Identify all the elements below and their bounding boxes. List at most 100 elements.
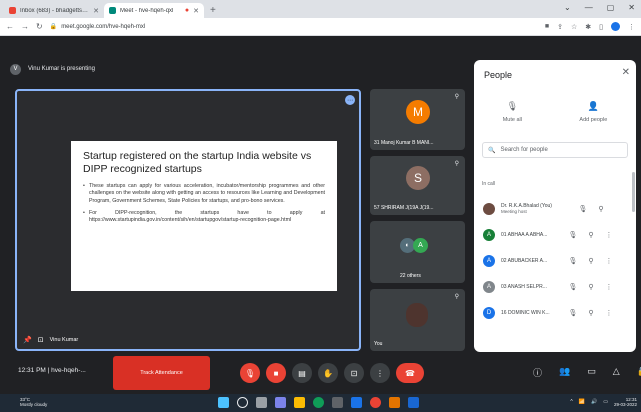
close-tab-icon[interactable]: ✕ [93,7,99,15]
volume-icon[interactable]: 🔊 [591,399,597,405]
camera-indicator-icon[interactable]: ■ [545,23,549,30]
windows-start-icon[interactable] [218,397,229,408]
menu-icon[interactable]: ⋮ [628,23,635,31]
mic-off-icon[interactable]: 🎙 [567,231,579,239]
participant-list: Dr. R.K.A.Bhalad (You) Meeting host 🎙 ⚲ A… [474,196,636,326]
extensions-icon[interactable]: ✱ [585,23,591,31]
share-icon[interactable]: ⇪ [557,23,563,31]
minimize-icon[interactable]: — [585,3,593,12]
tab-inbox[interactable]: Inbox (683) - bhadgetts@iatrc.co ✕ [4,3,104,18]
list-item[interactable]: D 16 DOMINIC WIN K... 🎙 ⚲ ⋮ [474,300,636,326]
pin-icon[interactable]: ⚲ [455,93,459,100]
side-panel-controls: ⓘ 👥 ▭ △ 🔒 [533,366,641,379]
sidebar-icon[interactable]: ▯ [599,23,603,31]
chevron-down-icon[interactable]: ⌄ [564,3,571,12]
maximize-icon[interactable]: ▢ [607,3,615,12]
more-icon[interactable]: ⋮ [603,231,615,239]
store-icon[interactable] [332,397,343,408]
close-window-icon[interactable]: ✕ [628,3,635,12]
more-options-icon[interactable]: ⋮ [370,363,390,383]
profile-avatar[interactable] [611,22,620,31]
pin-icon[interactable]: ⚲ [585,257,597,265]
chat-icon[interactable] [275,397,286,408]
others-count: 22 others [400,273,421,279]
browser-tab-strip: Inbox (683) - bhadgetts@iatrc.co ✕ Meet … [0,0,641,18]
mute-all-button[interactable]: 🎙 Mute all [503,101,522,123]
more-options-icon[interactable]: ⋯ [345,95,355,105]
avatar [483,203,495,215]
list-item[interactable]: A 03 ANASH SELPR... 🎙 ⚲ ⋮ [474,274,636,300]
more-icon[interactable]: ⋮ [603,309,615,317]
info-icon[interactable]: ⓘ [533,366,542,379]
list-item[interactable]: A 02 ABUBACKER A... 🎙 ⚲ ⋮ [474,248,636,274]
search-input[interactable]: 🔍 Search for people [482,142,628,158]
camera-off-icon[interactable]: ■ [266,363,286,383]
scrollbar[interactable] [632,172,635,212]
pin-icon[interactable]: ⚲ [455,293,459,300]
more-icon[interactable]: ⋮ [603,283,615,291]
shared-slide: Startup registered on the startup India … [71,141,337,291]
edge-icon[interactable] [313,397,324,408]
meeting-time-code: 12:31 PM | hve-hqeh-... [18,367,86,374]
present-screen-icon[interactable]: ⊡ [344,363,364,383]
weather-widget[interactable]: 33°C Mostly cloudy [20,397,47,408]
clock[interactable]: 12:31 29-03-2022 [614,397,637,408]
wifi-icon[interactable]: 📶 [579,399,585,405]
task-view-icon[interactable] [256,397,267,408]
chat-icon[interactable]: ▭ [587,366,596,379]
close-icon[interactable]: ✕ [622,67,630,78]
pin-icon[interactable]: ⚲ [585,283,597,291]
mic-off-icon[interactable]: 🎙 [567,283,579,291]
chrome-icon[interactable] [370,397,381,408]
browser-toolbar: ■ ⇪ ☆ ✱ ▯ ⋮ [545,22,635,31]
star-icon[interactable]: ☆ [571,23,577,31]
captions-icon[interactable]: ▤ [292,363,312,383]
slide-bullet: These startups can apply for various acc… [83,183,325,204]
participant-tile[interactable]: ⚲ S 57 SHRIRAM J(19A J(19... [370,156,465,215]
more-icon[interactable]: ⋮ [603,257,615,265]
raise-hand-icon[interactable]: ✋ [318,363,338,383]
pin-icon[interactable]: ⚲ [585,309,597,317]
others-tile[interactable]: ◐ A 22 others [370,221,465,283]
file-explorer-icon[interactable] [294,397,305,408]
participant-name: 03 ANASH SELPR... [501,283,547,290]
app-icon[interactable] [408,397,419,408]
chevron-up-icon[interactable]: ^ [570,399,572,405]
pin-icon[interactable]: ⚲ [595,205,607,213]
participant-name: 02 ABUBACKER A... [501,257,548,264]
forward-icon[interactable]: → [21,22,29,31]
mic-off-icon[interactable]: 🎙 [577,205,589,213]
app-icon[interactable] [389,397,400,408]
activities-icon[interactable]: △ [613,366,620,379]
add-people-button[interactable]: 👤 Add people [579,101,607,123]
pin-icon[interactable]: ⚲ [455,160,459,167]
gmail-icon [9,7,16,14]
reload-icon[interactable]: ↻ [36,22,43,31]
lock-icon[interactable]: 🔒 [637,366,641,379]
search-icon[interactable] [237,397,248,408]
mic-off-icon[interactable]: 🎙 [240,363,260,383]
mic-off-icon[interactable]: 🎙 [567,309,579,317]
app-icon[interactable] [351,397,362,408]
pin-icon[interactable]: ⚲ [585,231,597,239]
list-item[interactable]: A 01 ABHAA A ABHA... 🎙 ⚲ ⋮ [474,222,636,248]
self-tile[interactable]: ⚲ You [370,289,465,351]
mic-off-icon[interactable]: 🎙 [567,257,579,265]
participant-name: You [374,341,383,347]
tab-meet[interactable]: Meet - hve-hqeh-qxl ● ✕ [104,3,204,18]
url-field[interactable]: 🔒 meet.google.com/hve-hqeh-mxl [50,23,538,31]
pin-icon[interactable]: 📌 [23,336,32,344]
presentation-tile[interactable]: ⋯ Startup registered on the startup Indi… [15,89,361,351]
close-tab-icon[interactable]: ✕ [193,7,199,15]
track-attendance-button[interactable]: Track Attendance [113,356,210,390]
leave-call-button[interactable]: ☎ [396,363,424,383]
participant-tile[interactable]: ⚲ M 31 Manoj Kumar B MANI... [370,89,465,150]
section-header: In call [482,181,496,187]
back-icon[interactable]: ← [6,22,14,31]
panel-title: People [484,70,513,80]
url-text: meet.google.com/hve-hqeh-mxl [61,23,146,30]
new-tab-button[interactable]: + [210,3,216,18]
battery-icon[interactable]: ▭ [603,399,608,405]
people-icon[interactable]: 👥 [559,366,570,379]
list-item[interactable]: Dr. R.K.A.Bhalad (You) Meeting host 🎙 ⚲ [474,196,636,222]
